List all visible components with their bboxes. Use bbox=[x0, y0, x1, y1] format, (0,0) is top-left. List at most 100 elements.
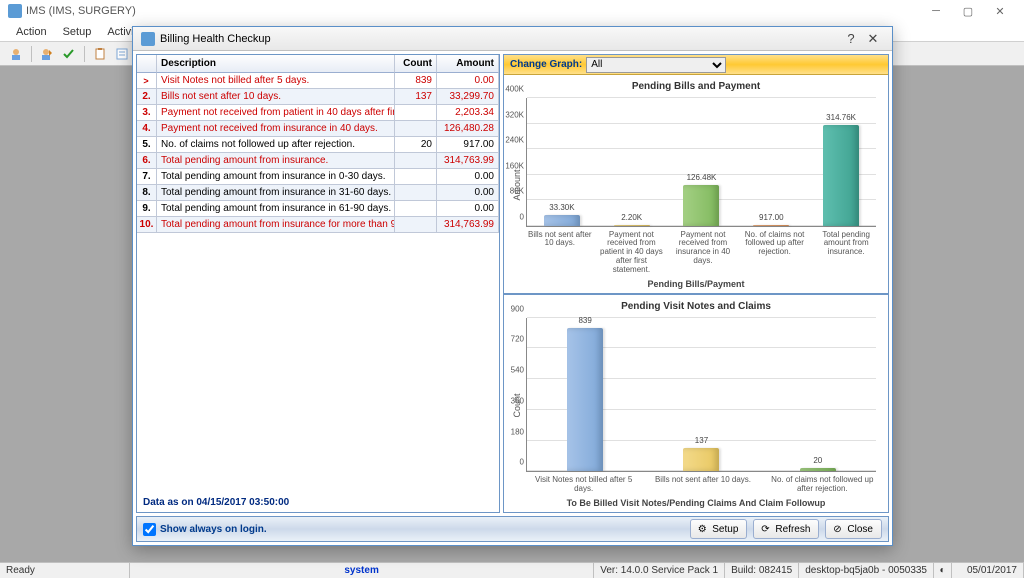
bar-value-label: 839 bbox=[578, 316, 591, 325]
row-amount: 2,203.34 bbox=[437, 105, 499, 121]
row-number: 8. bbox=[137, 185, 157, 201]
status-ready: Ready bbox=[0, 563, 130, 578]
table-row[interactable]: 9.Total pending amount from insurance in… bbox=[137, 201, 499, 217]
table-row[interactable]: 2.Bills not sent after 10 days.13733,299… bbox=[137, 89, 499, 105]
col-header-description[interactable]: Description bbox=[157, 55, 395, 73]
col-header-num[interactable] bbox=[137, 55, 157, 73]
refresh-icon: ⟳ bbox=[758, 522, 772, 536]
menu-setup[interactable]: Setup bbox=[55, 26, 100, 38]
row-amount: 33,299.70 bbox=[437, 89, 499, 105]
change-graph-bar: Change Graph: All bbox=[504, 55, 888, 75]
row-count bbox=[395, 121, 437, 137]
table-row[interactable]: 5.No. of claims not followed up after re… bbox=[137, 137, 499, 153]
refresh-button-label: Refresh bbox=[775, 524, 810, 535]
row-number: 7. bbox=[137, 169, 157, 185]
row-count: 839 bbox=[395, 73, 437, 89]
data-as-on-label: Data as on 04/15/2017 03:50:00 bbox=[143, 497, 289, 508]
row-amount: 314,763.99 bbox=[437, 153, 499, 169]
table-row[interactable]: 10.Total pending amount from insurance f… bbox=[137, 217, 499, 233]
status-host: desktop-bq5ja0b - 0050335 bbox=[799, 563, 934, 578]
row-number: 10. bbox=[137, 217, 157, 233]
gear-icon: ⚙ bbox=[695, 522, 709, 536]
x-category-label: Visit Notes not billed after 5 days. bbox=[524, 474, 643, 496]
bar-value-label: 137 bbox=[695, 436, 708, 445]
table-row[interactable]: 3.Payment not received from patient in 4… bbox=[137, 105, 499, 121]
table-row[interactable]: 6.Total pending amount from insurance. 31… bbox=[137, 153, 499, 169]
show-always-label: Show always on login. bbox=[160, 524, 267, 535]
change-graph-select[interactable]: All bbox=[586, 57, 726, 73]
chart-box: Pending Bills and PaymentAmount080K160K2… bbox=[504, 75, 888, 295]
row-number: 5. bbox=[137, 137, 157, 153]
dialog-help-button[interactable]: ? bbox=[840, 30, 862, 48]
chart-title: Pending Bills and Payment bbox=[510, 81, 882, 92]
chart-bar: 839 bbox=[527, 318, 643, 472]
close-button[interactable]: ✕ bbox=[984, 0, 1016, 22]
x-category-label: Total pending amount from insurance. bbox=[810, 229, 882, 277]
chart-plot: 018036054072090083913720 bbox=[526, 318, 876, 473]
refresh-button[interactable]: ⟳ Refresh bbox=[753, 519, 819, 539]
status-user: system bbox=[130, 563, 594, 578]
dialog-title: Billing Health Checkup bbox=[160, 33, 271, 45]
row-count bbox=[395, 185, 437, 201]
close-footer-button[interactable]: ⊘ Close bbox=[825, 519, 882, 539]
row-count bbox=[395, 201, 437, 217]
patient-edit-icon[interactable] bbox=[37, 45, 57, 63]
row-description: Visit Notes not billed after 5 days. bbox=[157, 73, 395, 89]
chart-panel: Change Graph: All Pending Bills and Paym… bbox=[503, 54, 889, 513]
table-row[interactable]: 7.Total pending amount from insurance in… bbox=[137, 169, 499, 185]
patient-icon[interactable] bbox=[6, 45, 26, 63]
row-description: Bills not sent after 10 days. bbox=[157, 89, 395, 105]
table-row[interactable]: 4.Payment not received from insurance in… bbox=[137, 121, 499, 137]
status-indicator-icon: ◐ bbox=[934, 563, 952, 578]
table-header: Description Count Amount bbox=[137, 55, 499, 73]
show-always-checkbox-input[interactable] bbox=[143, 523, 156, 536]
setup-button[interactable]: ⚙ Setup bbox=[690, 519, 747, 539]
row-count: 20 bbox=[395, 137, 437, 153]
chart-bar: 2.20K bbox=[597, 98, 667, 226]
x-category-label: Bills not sent after 10 days. bbox=[643, 474, 762, 496]
row-number: 6. bbox=[137, 153, 157, 169]
y-axis-label: Amount bbox=[510, 94, 524, 277]
check-icon[interactable] bbox=[59, 45, 79, 63]
row-description: Total pending amount from insurance in 3… bbox=[157, 185, 395, 201]
chart-bar: 137 bbox=[643, 318, 759, 472]
chart-plot: 080K160K240K320K400K33.30K2.20K126.48K91… bbox=[526, 98, 876, 227]
bar-value-label: 314.76K bbox=[826, 113, 856, 122]
change-graph-label: Change Graph: bbox=[510, 59, 582, 70]
chart-title: Pending Visit Notes and Claims bbox=[510, 301, 882, 312]
dialog-footer: Show always on login. ⚙ Setup ⟳ Refresh … bbox=[136, 516, 889, 542]
clipboard-icon[interactable] bbox=[90, 45, 110, 63]
chart-bar: 33.30K bbox=[527, 98, 597, 226]
col-header-count[interactable]: Count bbox=[395, 55, 437, 73]
table-row[interactable]: >Visit Notes not billed after 5 days.839… bbox=[137, 73, 499, 89]
statusbar: Ready system Ver: 14.0.0 Service Pack 1 … bbox=[0, 562, 1024, 578]
show-always-on-login-checkbox[interactable]: Show always on login. bbox=[143, 523, 267, 536]
main-titlebar: IMS (IMS, SURGERY) ─ ▢ ✕ bbox=[0, 0, 1024, 22]
dialog-icon bbox=[141, 32, 155, 46]
maximize-button[interactable]: ▢ bbox=[952, 0, 984, 22]
row-description: Total pending amount from insurance. bbox=[157, 153, 395, 169]
sheet-icon[interactable] bbox=[112, 45, 132, 63]
row-amount: 0.00 bbox=[437, 201, 499, 217]
bar-value-label: 20 bbox=[813, 456, 822, 465]
row-amount: 126,480.28 bbox=[437, 121, 499, 137]
close-icon: ⊘ bbox=[830, 522, 844, 536]
menu-action[interactable]: Action bbox=[8, 26, 55, 38]
row-description: Total pending amount from insurance in 0… bbox=[157, 169, 395, 185]
bar-value-label: 126.48K bbox=[687, 173, 717, 182]
chart-bar: 20 bbox=[760, 318, 876, 472]
col-header-amount[interactable]: Amount bbox=[437, 55, 499, 73]
summary-table-panel: Description Count Amount >Visit Notes no… bbox=[136, 54, 500, 513]
row-count bbox=[395, 217, 437, 233]
chart-subtitle: Pending Bills/Payment bbox=[510, 279, 882, 289]
dialog-titlebar[interactable]: Billing Health Checkup ? ✕ bbox=[133, 27, 892, 51]
table-row[interactable]: 8.Total pending amount from insurance in… bbox=[137, 185, 499, 201]
minimize-button[interactable]: ─ bbox=[920, 0, 952, 22]
x-category-label: Payment not received from insurance in 4… bbox=[667, 229, 739, 277]
billing-health-checkup-dialog: Billing Health Checkup ? ✕ Description C… bbox=[132, 26, 893, 546]
status-version: Ver: 14.0.0 Service Pack 1 bbox=[594, 563, 725, 578]
dialog-close-button[interactable]: ✕ bbox=[862, 30, 884, 48]
table-body: >Visit Notes not billed after 5 days.839… bbox=[137, 73, 499, 512]
chart-bar: 917.00 bbox=[736, 98, 806, 226]
row-count bbox=[395, 153, 437, 169]
